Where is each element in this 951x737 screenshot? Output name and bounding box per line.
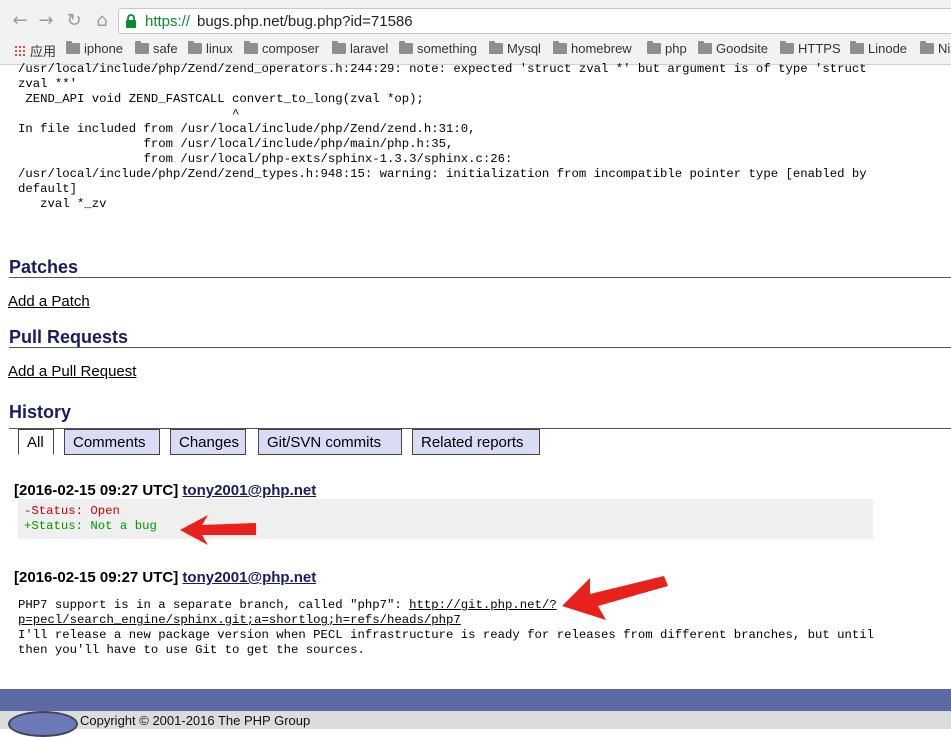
folder-icon	[553, 41, 567, 54]
folder-icon	[850, 41, 864, 54]
author-link[interactable]: tony2001@php.net	[182, 482, 316, 499]
author-link[interactable]: tony2001@php.net	[182, 569, 316, 586]
lock-icon	[126, 14, 136, 28]
bookmark-laravel[interactable]: laravel	[332, 41, 388, 56]
divider	[9, 347, 951, 348]
pull-requests-heading: Pull Requests	[9, 327, 129, 347]
reload-icon[interactable]: ↻	[62, 8, 86, 32]
bookmark-iphone[interactable]: iphone	[66, 41, 123, 56]
add-pull-request-link[interactable]: Add a Pull Request	[8, 363, 136, 380]
bookmark-mysql[interactable]: Mysql	[489, 41, 541, 56]
folder-icon	[244, 41, 258, 54]
bookmark-composer[interactable]: composer	[244, 41, 319, 56]
diff-removed-line: -Status: Open	[24, 504, 120, 518]
divider	[9, 277, 951, 278]
forward-icon[interactable]: →	[34, 8, 58, 32]
history-entry-header: [2016-02-15 09:27 UTC] tony2001@php.net	[14, 482, 316, 499]
entry-date: [2016-02-15 09:27 UTC]	[14, 569, 179, 586]
folder-icon	[135, 41, 149, 54]
folder-icon	[647, 41, 661, 54]
red-arrow-icon	[180, 515, 256, 545]
bookmark-goodsite[interactable]: Goodsite	[698, 41, 768, 56]
home-icon[interactable]: ⌂	[90, 8, 114, 32]
patches-heading: Patches	[9, 257, 79, 277]
bookmark-https[interactable]: HTTPS	[780, 41, 841, 56]
folder-icon	[66, 41, 80, 54]
page-content: /usr/local/include/php/Zend/zend_operato…	[0, 62, 951, 689]
tab-changes[interactable]: Changes	[170, 429, 246, 455]
folder-icon	[332, 41, 346, 54]
bookmark-safe[interactable]: safe	[135, 41, 178, 56]
url-scheme: https://	[145, 13, 191, 30]
bookmark-something[interactable]: something	[399, 41, 477, 56]
tab-git-svn-commits[interactable]: Git/SVN commits	[258, 429, 402, 455]
bookmark-linux[interactable]: linux	[188, 41, 233, 56]
php-logo-icon	[8, 711, 78, 737]
git-branch-link-continued[interactable]: p=pecl/search_engine/sphinx.git;a=shortl…	[18, 613, 461, 627]
address-bar[interactable]: https:// bugs.php.net/bug.php?id=71586	[118, 8, 951, 34]
comment-body: PHP7 support is in a separate branch, ca…	[18, 598, 875, 657]
folder-icon	[399, 41, 413, 54]
folder-icon	[780, 41, 794, 54]
bookmark-homebrew[interactable]: homebrew	[553, 41, 632, 56]
entry-date: [2016-02-15 09:27 UTC]	[14, 482, 179, 499]
red-arrow-icon	[562, 576, 668, 620]
back-icon[interactable]: ←	[8, 8, 32, 32]
tab-comments[interactable]: Comments	[64, 429, 160, 455]
bookmark-linode[interactable]: Linode	[850, 41, 907, 56]
diff-added-line: +Status: Not a bug	[24, 519, 157, 533]
bookmark-apps[interactable]: 应用	[14, 41, 56, 60]
url-path: bugs.php.net/bug.php?id=71586	[197, 13, 413, 30]
add-patch-link[interactable]: Add a Patch	[8, 293, 90, 310]
footer-copyright: Copyright © 2001-2016 The PHP Group	[80, 713, 311, 728]
folder-icon	[698, 41, 712, 54]
folder-icon	[188, 41, 202, 54]
bookmark-ni[interactable]: Ni	[920, 41, 950, 56]
footer-bar	[0, 689, 951, 711]
apps-grid-icon	[14, 44, 26, 57]
folder-icon	[489, 41, 503, 54]
bookmark-php[interactable]: php	[647, 41, 687, 56]
git-branch-link[interactable]: http://git.php.net/?	[409, 598, 557, 612]
navigation-bar: ← → ↻ ⌂ https:// bugs.php.net/bug.php?id…	[0, 6, 951, 36]
tab-all[interactable]: All	[18, 429, 54, 455]
folder-icon	[920, 41, 934, 54]
bookmarks-bar: 应用 iphone safe linux composer laravel so…	[0, 38, 951, 62]
browser-chrome: ← → ↻ ⌂ https:// bugs.php.net/bug.php?id…	[0, 0, 951, 65]
compiler-output: /usr/local/include/php/Zend/zend_operato…	[18, 62, 867, 211]
tab-related-reports[interactable]: Related reports	[412, 429, 540, 455]
status-change-box: -Status: Open +Status: Not a bug	[18, 499, 873, 539]
history-heading: History	[9, 402, 72, 422]
history-entry-header: [2016-02-15 09:27 UTC] tony2001@php.net	[14, 569, 316, 586]
